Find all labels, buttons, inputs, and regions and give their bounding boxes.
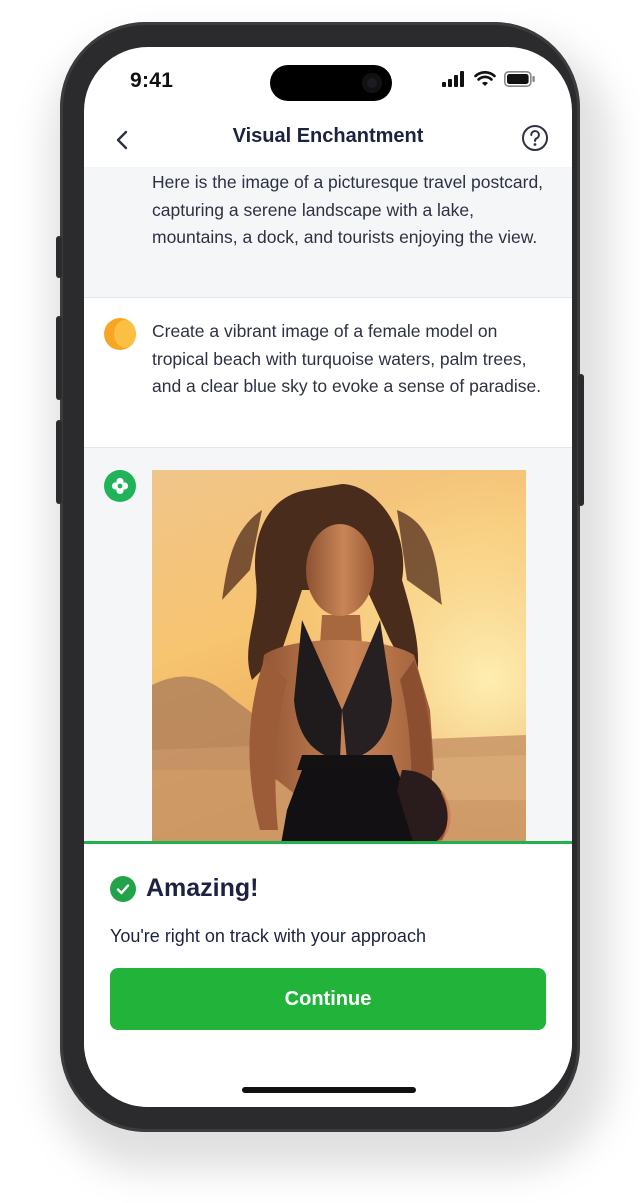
phone-volume-up-button bbox=[56, 316, 62, 400]
feedback-title: Amazing! bbox=[146, 874, 259, 902]
status-bar: 9:41 bbox=[84, 47, 572, 117]
signal-icon bbox=[442, 71, 464, 87]
phone-power-button bbox=[578, 374, 584, 506]
question-circle-icon bbox=[522, 125, 548, 151]
message-text: Here is the image of a picturesque trave… bbox=[152, 172, 544, 247]
clover-icon bbox=[111, 477, 129, 495]
message-text: Create a vibrant image of a female model… bbox=[152, 321, 542, 396]
check-circle-icon bbox=[110, 875, 136, 902]
phone-screen: 9:41 Visual Enchantment Here is the imag… bbox=[84, 47, 572, 1107]
dynamic-island bbox=[270, 65, 392, 101]
assistant-message: Here is the image of a picturesque trave… bbox=[84, 167, 572, 298]
page-title: Visual Enchantment bbox=[232, 125, 424, 147]
camera-icon bbox=[362, 73, 382, 93]
phone-mute-button bbox=[56, 236, 62, 278]
phone-volume-down-button bbox=[56, 420, 62, 504]
feedback-subtitle: You're right on track with your approach bbox=[110, 926, 426, 946]
top-nav-bar: Visual Enchantment bbox=[84, 119, 572, 168]
assistant-avatar bbox=[104, 470, 136, 502]
user-message: Create a vibrant image of a female model… bbox=[84, 298, 572, 448]
assistant-image-message bbox=[84, 448, 572, 850]
help-button[interactable] bbox=[520, 123, 550, 153]
feedback-sheet: Amazing! You're right on track with your… bbox=[84, 841, 572, 1107]
continue-button[interactable]: Continue bbox=[110, 968, 546, 1030]
status-time: 9:41 bbox=[130, 69, 174, 92]
generated-image[interactable] bbox=[152, 470, 526, 850]
wifi-icon bbox=[474, 71, 496, 86]
generated-image-art bbox=[152, 470, 526, 850]
user-avatar bbox=[104, 318, 136, 350]
status-icons bbox=[442, 71, 536, 87]
home-indicator[interactable] bbox=[242, 1087, 416, 1093]
checkmark-icon bbox=[116, 883, 130, 894]
feedback-header: Amazing! bbox=[110, 874, 259, 903]
battery-icon bbox=[504, 71, 535, 87]
